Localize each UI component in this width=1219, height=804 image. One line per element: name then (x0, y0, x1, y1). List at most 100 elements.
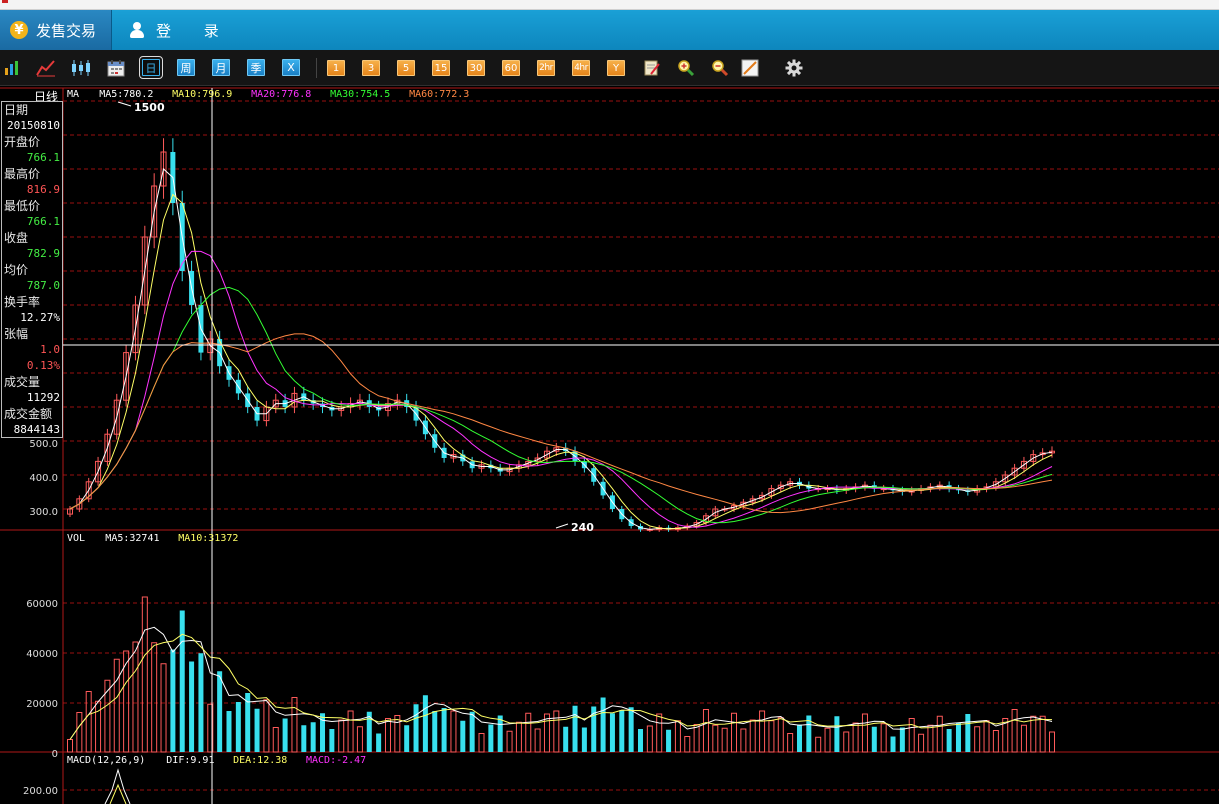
volume-bar (777, 717, 784, 753)
candlestick-icon[interactable] (70, 58, 92, 78)
period-month-button[interactable]: 月 (212, 59, 230, 76)
ma-line (69, 286, 1053, 524)
volume-bar (76, 712, 83, 753)
volume-y-tick: 60000 (26, 599, 58, 610)
volume-legend: VOL MA5:32741 MA10:31372 (67, 533, 238, 544)
tab-trade[interactable]: ¥ 发售交易 (0, 10, 112, 50)
volume-bar (946, 729, 952, 752)
volume-bar (899, 727, 905, 752)
volume-bar (918, 733, 925, 753)
period-quarter-button[interactable]: 季 (247, 59, 265, 76)
volume-bar (301, 725, 307, 752)
gear-icon[interactable] (784, 58, 804, 78)
volume-bar (721, 727, 728, 753)
info-value: 787.0 (26, 279, 60, 292)
volume-bar (515, 721, 522, 753)
volume-bar (394, 715, 401, 753)
volume-bar (927, 724, 934, 753)
volume-bar (376, 733, 382, 752)
volume-bar (347, 710, 354, 753)
volume-bar (563, 726, 569, 752)
yen-icon: ¥ (10, 21, 28, 39)
info-label: 均价 (4, 263, 29, 277)
calendar-icon[interactable] (106, 58, 126, 78)
volume-bar (674, 720, 681, 753)
minute-5-button[interactable]: 5 (397, 60, 415, 76)
price-candles (67, 138, 1055, 532)
draw-line-icon[interactable] (740, 58, 760, 78)
minute-3-button[interactable]: 3 (362, 60, 380, 76)
volume-bar (404, 725, 410, 752)
year-button[interactable]: Y (607, 60, 625, 76)
volume-bar (796, 724, 802, 752)
info-value: 1.0 (40, 343, 60, 356)
volume-bar (113, 658, 120, 753)
info-label: 成交金额 (4, 407, 53, 421)
info-value: 766.1 (26, 151, 60, 164)
volume-bar (955, 723, 961, 752)
edit-icon[interactable] (642, 58, 662, 78)
volume-bar (824, 727, 831, 753)
price-legend: MA MA5:780.2 MA10:796.9 MA20:776.8 MA30:754.… (67, 89, 469, 100)
bar-chart-icon[interactable] (3, 58, 21, 78)
volume-bar (880, 723, 887, 753)
volume-y-tick: 40000 (26, 649, 58, 660)
tab-trade-label: 发售交易 (36, 21, 97, 40)
volume-bar (974, 726, 981, 753)
period-custom-button[interactable]: X (282, 59, 300, 76)
volume-bar (666, 729, 672, 752)
volume-bar (141, 596, 148, 753)
hour-4-button[interactable]: 4hr (572, 60, 590, 76)
volume-bar (787, 733, 794, 753)
volume-bar (67, 739, 73, 753)
volume-bar (160, 663, 167, 753)
minute-15-button[interactable]: 15 (432, 60, 450, 76)
legend-item: MACD(12,26,9) (67, 755, 145, 766)
legend-item: VOL (67, 533, 85, 544)
app-mark-icon (2, 0, 8, 3)
minute-1-button[interactable]: 1 (327, 60, 345, 76)
volume-bar (179, 610, 185, 752)
volume-bar (441, 708, 447, 752)
period-day-button[interactable]: 日 (139, 56, 163, 79)
volume-bar (497, 715, 503, 752)
legend-item: DIF:9.91 (166, 755, 214, 766)
info-label: 成交量 (4, 375, 41, 389)
minute-30-button[interactable]: 30 (467, 60, 485, 76)
tab-login[interactable]: 登 录 (130, 10, 233, 50)
volume-bar (282, 718, 288, 752)
legend-item: MA5:780.2 (99, 89, 153, 100)
volume-bar (170, 649, 176, 752)
period-week-button[interactable]: 周 (177, 59, 195, 76)
info-label: 张幅 (4, 327, 29, 341)
volume-bar (609, 713, 615, 752)
volume-y-tick: 20000 (26, 699, 58, 710)
zoom-out-icon[interactable] (710, 58, 730, 78)
legend-item: DEA:12.38 (233, 755, 287, 766)
volume-bar (356, 726, 363, 753)
zoom-in-icon[interactable] (676, 58, 696, 78)
legend-item: MA (67, 89, 79, 100)
hour-2-button[interactable]: 2hr (537, 60, 555, 76)
volume-bar (740, 728, 747, 753)
volume-bar (422, 695, 428, 752)
volume-bar (628, 707, 634, 752)
volume-bar (1039, 715, 1046, 753)
info-label: 日期 (4, 103, 29, 117)
volume-bar (272, 727, 279, 753)
info-value: 20150810 (7, 119, 60, 132)
volume-bar (310, 722, 316, 752)
volume-bar (843, 731, 850, 753)
volume-bar (235, 702, 241, 752)
toolbar: 日 周 月 季 X 1 3 5 15 30 60 2hr 4hr Y (0, 50, 1219, 86)
volume-bar (646, 725, 653, 753)
volume-bar (908, 718, 915, 753)
line-chart-icon[interactable] (36, 58, 56, 78)
user-icon (130, 22, 144, 38)
legend-item: MA5:32741 (105, 533, 159, 544)
volume-bar (768, 720, 775, 753)
volume-bar (1011, 709, 1018, 753)
kline-chart[interactable]: MA MA5:780.2 MA10:796.9 MA20:776.8 MA30:754.… (0, 87, 1219, 804)
legend-item: MA10:796.9 (172, 89, 232, 100)
minute-60-button[interactable]: 60 (502, 60, 520, 76)
